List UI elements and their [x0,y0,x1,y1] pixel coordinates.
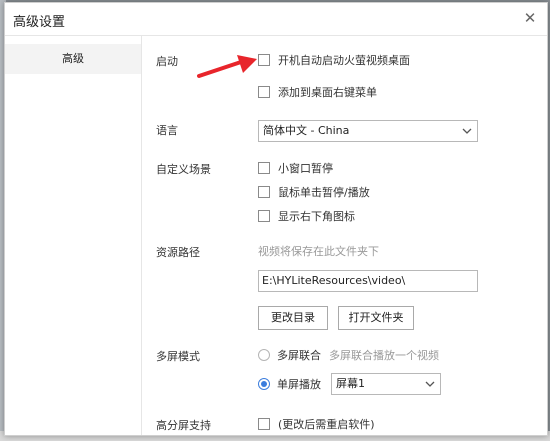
small-window-pause-checkbox[interactable] [258,162,270,174]
small-window-pause-option[interactable]: 小窗口暂停 [258,160,333,176]
close-icon: ✕ [523,9,537,27]
change-directory-button[interactable]: 更改目录 [258,306,328,330]
context-menu-option[interactable]: 添加到桌面右键菜单 [258,84,377,100]
dialog-title: 高级设置 [13,15,66,30]
click-pause-checkbox[interactable] [258,186,270,198]
linked-screen-option[interactable]: 多屏联合 多屏联合播放一个视频 [258,347,439,363]
single-screen-option[interactable]: 单屏播放 [258,376,321,392]
chevron-down-icon [425,381,435,387]
open-folder-button[interactable]: 打开文件夹 [338,306,414,330]
multiscreen-label: 多屏模式 [156,350,200,363]
settings-content: 启动 开机自动启动火萤视频桌面 添加到桌面右键菜单 语言 简体中文 - Chin… [142,36,547,435]
linked-screen-label: 多屏联合 [277,349,321,362]
tray-icon-option[interactable]: 显示右下角图标 [258,208,355,224]
advanced-settings-dialog: 高级设置 ✕ 高级 启动 开机自动启动火萤视频桌面 添加到桌面右键菜单 语言 简… [4,2,548,436]
click-pause-option[interactable]: 鼠标单击暂停/播放 [258,184,370,200]
single-screen-label: 单屏播放 [277,378,321,391]
autostart-label: 开机自动启动火萤视频桌面 [278,54,410,67]
sidebar-item-advanced[interactable]: 高级 [5,44,141,74]
hidpi-label: 高分屏支持 [156,419,211,432]
tray-icon-label: 显示右下角图标 [278,210,355,223]
resource-path-input[interactable]: E:\HYLiteResources\video\ [258,270,478,292]
click-pause-label: 鼠标单击暂停/播放 [278,186,370,199]
resource-hint-row: 视频将保存在此文件夹下 [258,243,379,259]
screen-selected-value: 屏幕1 [336,377,365,390]
context-menu-checkbox[interactable] [258,86,270,98]
startup-label: 启动 [156,55,178,68]
dialog-titlebar: 高级设置 ✕ [5,3,547,36]
single-screen-radio[interactable] [258,378,270,390]
context-menu-label: 添加到桌面右键菜单 [278,86,377,99]
settings-sidebar: 高级 [5,36,142,435]
small-window-pause-label: 小窗口暂停 [278,162,333,175]
hidpi-option[interactable]: (更改后需重启软件) [258,416,375,432]
tray-icon-checkbox[interactable] [258,210,270,222]
custom-scene-label: 自定义场景 [156,163,211,176]
chevron-down-icon [462,128,472,134]
resource-path-hint: 视频将保存在此文件夹下 [258,245,379,258]
hidpi-note: (更改后需重启软件) [278,418,375,431]
linked-screen-desc: 多屏联合播放一个视频 [329,349,439,362]
screen-select[interactable]: 屏幕1 [331,373,441,395]
red-arrow-annotation-icon [197,55,257,78]
linked-screen-radio[interactable] [258,349,270,361]
autostart-option[interactable]: 开机自动启动火萤视频桌面 [258,52,410,68]
language-select[interactable]: 简体中文 - China [258,120,478,142]
language-label: 语言 [156,124,178,137]
close-button[interactable]: ✕ [521,9,539,27]
hidpi-checkbox[interactable] [258,418,270,430]
resource-path-label: 资源路径 [156,246,200,259]
language-selected-value: 简体中文 - China [263,124,350,137]
